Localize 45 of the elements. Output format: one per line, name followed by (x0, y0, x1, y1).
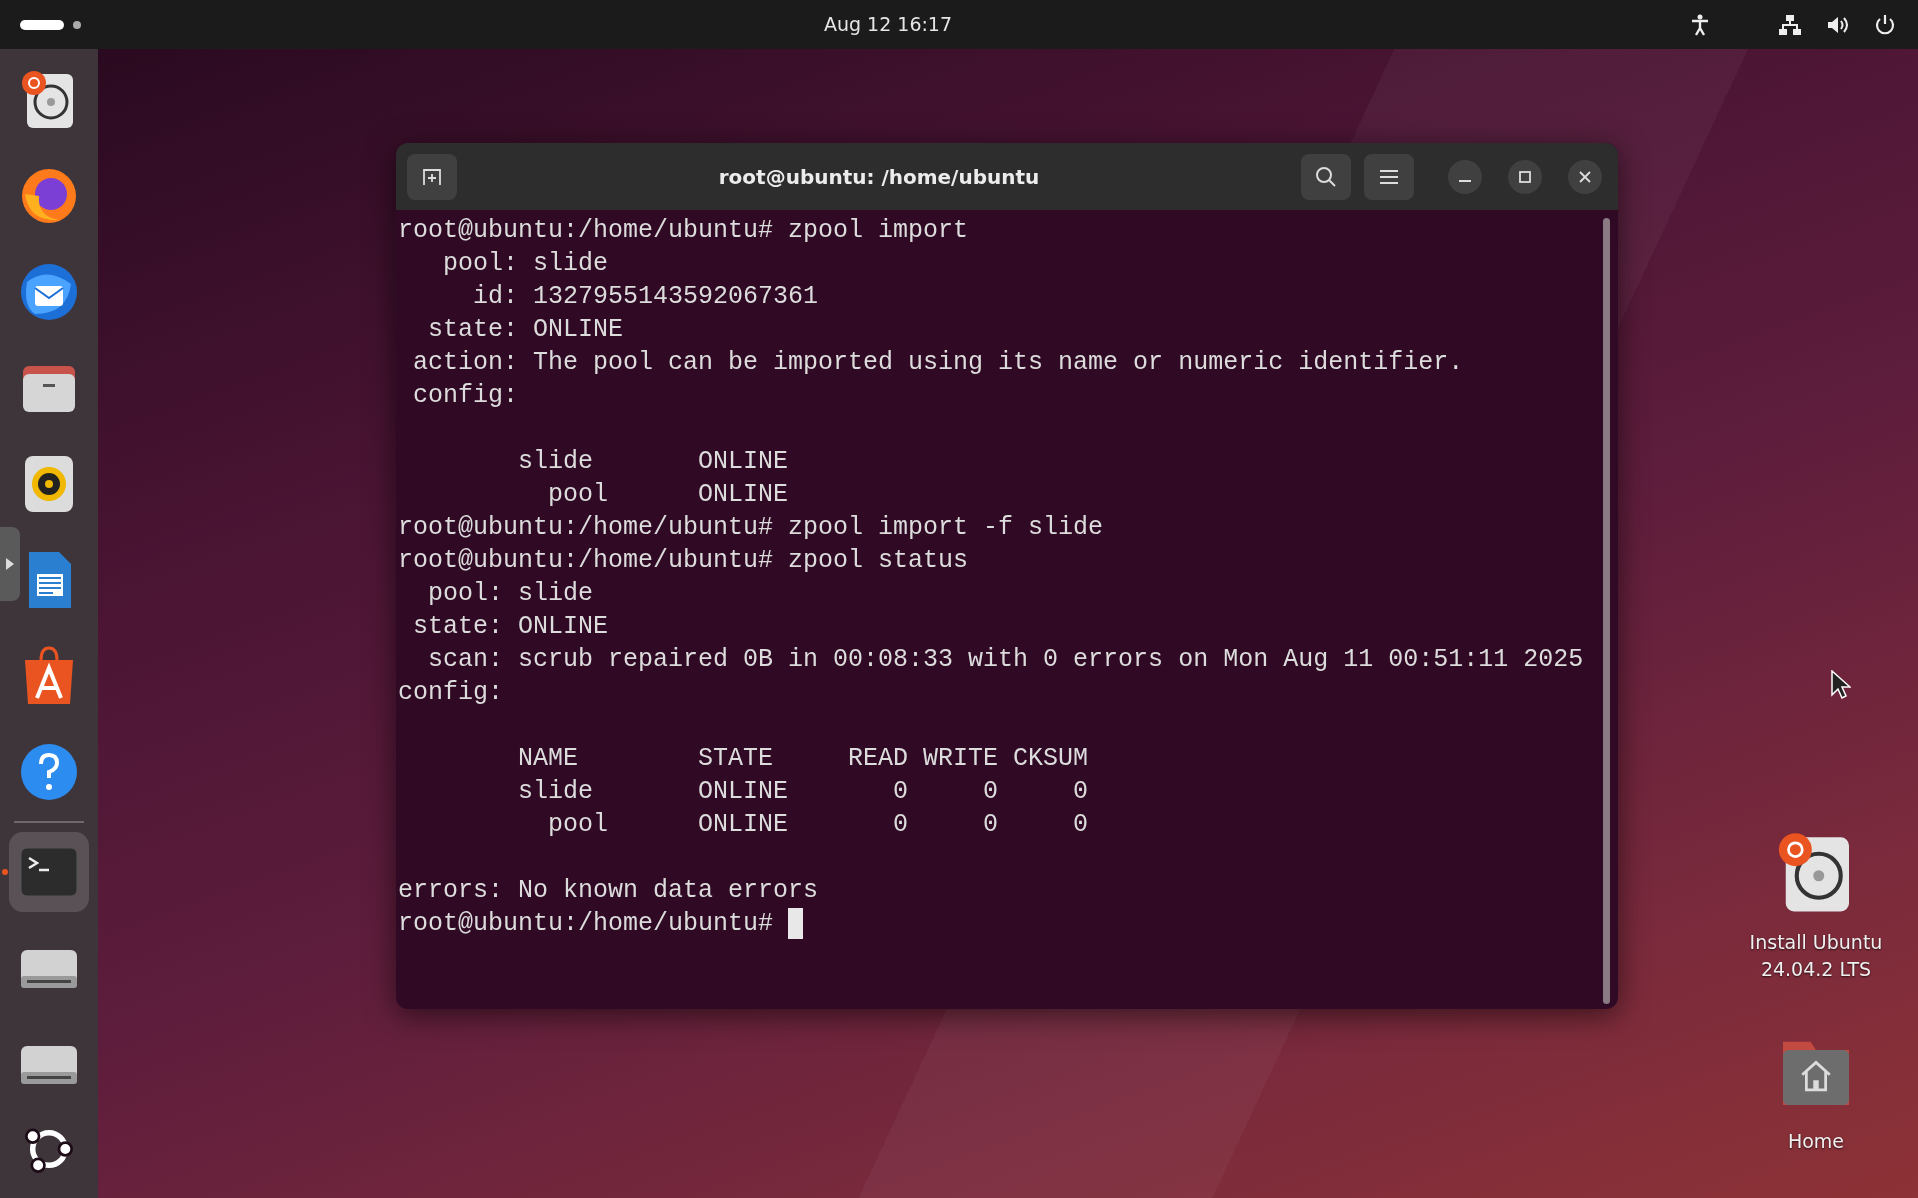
terminal-line: root@ubuntu:/home/ubuntu# zpool status (398, 545, 970, 577)
running-indicator (2, 869, 8, 875)
mouse-pointer-icon (1831, 670, 1851, 700)
terminal-line: errors: No known data errors (398, 875, 820, 907)
terminal-line: scan: scrub repaired 0B in 00:08:33 with 0 errors on Mon Aug 11 00:51:11 2025 (427, 644, 1585, 676)
terminal-line: state: ONLINE (412, 611, 610, 643)
maximize-icon (1519, 170, 1531, 183)
terminal-line: pool ONLINE (547, 479, 790, 511)
terminal-line: root@ubuntu:/home/ubuntu# zpool import (398, 215, 970, 247)
search-button[interactable] (1301, 153, 1351, 200)
window-title: root@ubuntu: /home/ubuntu (717, 163, 1041, 191)
menu-icon (1380, 169, 1398, 184)
new-tab-icon (422, 167, 442, 186)
terminal-line: root@ubuntu:/home/ubuntu# (398, 909, 775, 938)
close-icon (1579, 170, 1591, 183)
power-icon[interactable] (1874, 13, 1896, 36)
minimize-icon (1459, 179, 1471, 182)
triangle-icon (6, 558, 14, 570)
terminal-line: pool: slide (427, 578, 595, 610)
terminal-line: action: The pool can be imported using its name or numeric identifier. (412, 347, 1465, 379)
accessibility-icon[interactable] (1690, 13, 1710, 36)
terminal-line: id: 1327955143592067361 (472, 281, 820, 313)
new-tab-button[interactable] (407, 153, 457, 200)
terminal-line: state: ONLINE (427, 314, 625, 346)
minimize-button[interactable] (1448, 159, 1482, 194)
terminal-line: config: (398, 677, 505, 709)
maximize-button[interactable] (1508, 159, 1542, 194)
icon-label: Install Ubuntu 24.04.2 LTS (1748, 930, 1884, 982)
terminal-line: slide ONLINE 0 0 0 (517, 776, 1090, 808)
terminal-line: pool ONLINE 0 0 0 (547, 809, 1090, 841)
dock-handle[interactable] (0, 527, 20, 601)
scrollbar[interactable] (1603, 218, 1610, 1004)
menu-button[interactable] (1364, 153, 1414, 200)
terminal-line: config: (412, 380, 520, 412)
terminal-line: NAME STATE READ WRITE CKSUM (517, 743, 1090, 775)
network-icon[interactable] (1778, 13, 1802, 36)
clock[interactable]: Aug 12 16:17 (823, 10, 953, 39)
desktop-icon[interactable]: Install Ubuntu 24.04.2 LTS (1741, 829, 1891, 983)
terminal-line: slide ONLINE (517, 446, 790, 478)
close-button[interactable] (1568, 159, 1602, 194)
terminal-line: pool: slide (442, 248, 610, 280)
desktop-icon[interactable]: Home (1741, 1028, 1891, 1155)
icon-label: Home (1786, 1129, 1846, 1154)
search-icon (1315, 165, 1337, 188)
terminal-line: root@ubuntu:/home/ubuntu# zpool import -f slide (398, 512, 1105, 544)
